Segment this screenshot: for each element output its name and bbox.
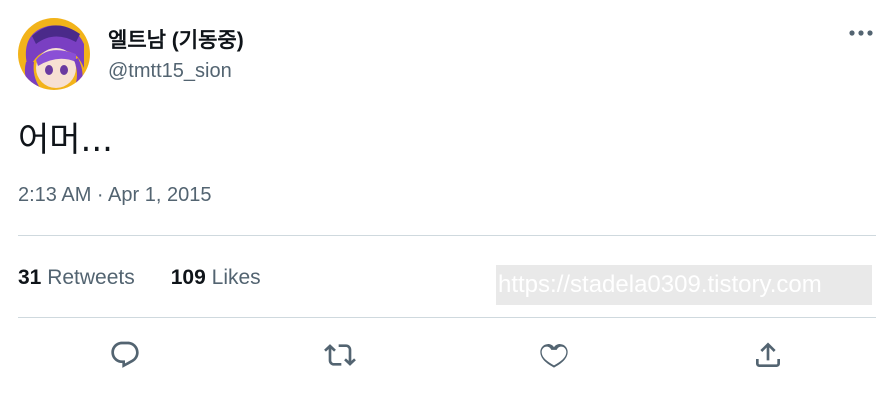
share-icon [756, 342, 780, 367]
like-icon [540, 344, 568, 368]
tweet-stats: 31 Retweets 109 Likes [18, 266, 261, 290]
likes-label: Likes [211, 266, 261, 289]
more-icon[interactable] [848, 26, 874, 40]
display-name[interactable]: 엘트남 (기동중) [108, 24, 244, 54]
tweet-text: 어머... [18, 120, 113, 160]
avatar[interactable] [18, 18, 90, 90]
retweets-count: 31 [18, 266, 42, 289]
like-button[interactable] [536, 337, 572, 373]
retweet-icon [324, 344, 356, 366]
divider [18, 235, 876, 236]
likes-stat[interactable]: 109 Likes [171, 266, 261, 290]
reply-button[interactable] [107, 337, 143, 373]
watermark-url: https://stadela0309.tistory.com [496, 265, 872, 305]
tweet-timestamp[interactable]: 2:13 AM · Apr 1, 2015 [18, 184, 211, 207]
retweets-label: Retweets [47, 266, 135, 289]
divider [18, 317, 876, 318]
user-handle[interactable]: @tmtt15_sion [108, 60, 232, 83]
retweets-stat[interactable]: 31 Retweets [18, 266, 135, 290]
retweet-button[interactable] [322, 337, 358, 373]
share-button[interactable] [750, 337, 786, 373]
reply-icon [111, 341, 139, 368]
likes-count: 109 [170, 266, 206, 289]
